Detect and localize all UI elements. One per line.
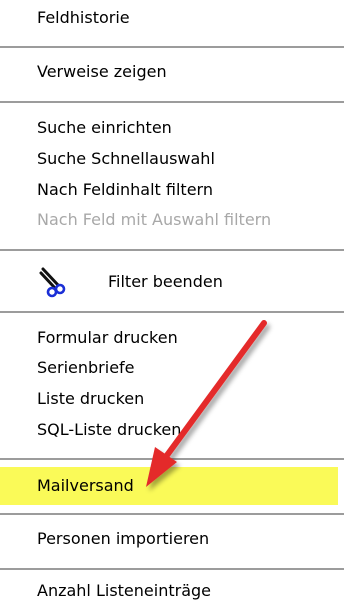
menu-separator — [0, 249, 344, 251]
menu-item-serienbriefe[interactable]: Serienbriefe — [37, 356, 135, 380]
menu-item-personen-importieren[interactable]: Personen importieren — [37, 527, 209, 551]
menu-separator — [0, 311, 344, 313]
menu-separator — [0, 458, 344, 460]
menu-item-feldhistorie[interactable]: Feldhistorie — [37, 6, 130, 30]
menu-separator — [0, 513, 344, 515]
scissors-icon — [37, 265, 71, 299]
menu-item-nach-feldinhalt-filtern[interactable]: Nach Feldinhalt filtern — [37, 178, 213, 202]
menu-item-sql-liste-drucken[interactable]: SQL-Liste drucken — [37, 418, 181, 442]
menu-separator — [0, 101, 344, 103]
menu-item-anzahl-listeneintraege[interactable]: Anzahl Listeneinträge — [37, 579, 211, 603]
menu-item-filter-beenden[interactable]: Filter beenden — [108, 270, 223, 294]
menu-item-suche-einrichten[interactable]: Suche einrichten — [37, 116, 172, 140]
menu-item-mailversand[interactable]: Mailversand — [37, 474, 134, 498]
menu-item-nach-feld-mit-auswahl-filtern: Nach Feld mit Auswahl filtern — [37, 210, 272, 229]
menu-separator — [0, 46, 344, 48]
menu-item-liste-drucken[interactable]: Liste drucken — [37, 387, 144, 411]
menu-separator — [0, 568, 344, 570]
red-arrow-annotation — [146, 320, 267, 487]
menu-item-verweise-zeigen[interactable]: Verweise zeigen — [37, 60, 167, 84]
context-menu: Feldhistorie Verweise zeigen Suche einri… — [0, 0, 344, 607]
menu-item-formular-drucken[interactable]: Formular drucken — [37, 326, 178, 350]
menu-item-suche-schnellauswahl[interactable]: Suche Schnellauswahl — [37, 147, 215, 171]
